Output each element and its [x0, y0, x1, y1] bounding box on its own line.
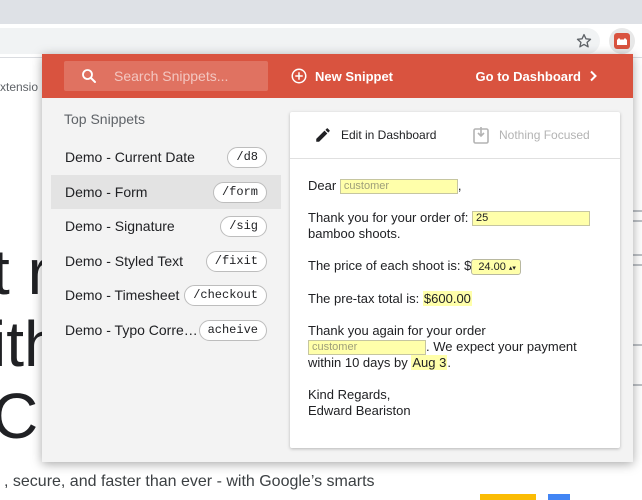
snippet-shortcut-badge: /fixit: [205, 250, 267, 272]
background-heading-line-3: C: [0, 380, 39, 452]
new-snippet-button[interactable]: New Snippet: [290, 66, 393, 86]
thank-you-text: Thank you for your order of:: [308, 210, 469, 226]
background-decoration: [632, 210, 642, 212]
snippet-item-typo-correction[interactable]: Demo - Typo Correction acheive: [51, 313, 281, 348]
new-snippet-label: New Snippet: [315, 68, 394, 84]
due-date-value: Aug 3: [411, 354, 448, 370]
edit-in-dashboard-label: Edit in Dashboard: [341, 128, 437, 142]
snippet-preview-body: Dear customer, Thank you for your order …: [308, 178, 608, 419]
greeting-line: Dear customer,: [308, 178, 608, 195]
chevron-right-icon: [590, 70, 597, 82]
total-value: $600.00: [422, 290, 472, 306]
background-decoration: [632, 384, 642, 386]
price-line: The price of each shoot is: $24.00 ▴▾: [308, 258, 608, 275]
bookmark-star-icon[interactable]: [575, 32, 593, 50]
text-blaze-extension-icon[interactable]: [609, 28, 635, 54]
signature-block: Kind Regards, Edward Beariston: [308, 387, 608, 419]
search-box[interactable]: [64, 61, 268, 91]
snippet-preview-card: Edit in Dashboard Nothing Focused Dear c…: [290, 112, 620, 448]
signer-name: Edward Beariston: [308, 402, 411, 418]
background-color-strip: [548, 494, 570, 500]
popup-header: New Snippet Go to Dashboard: [42, 54, 633, 98]
snippet-item-timesheet[interactable]: Demo - Timesheet /checkout: [51, 278, 281, 313]
extension-logo-icon: [614, 33, 630, 49]
comma-text: ,: [457, 178, 462, 193]
edit-in-dashboard-button[interactable]: Edit in Dashboard: [314, 126, 436, 144]
regards-text: Kind Regards,: [308, 386, 391, 402]
snippet-shortcut-badge: /form: [212, 181, 267, 203]
price-select[interactable]: 24.00 ▴▾: [471, 258, 521, 275]
snippet-name: Demo - Timesheet: [65, 287, 180, 304]
snippet-shortcut-badge: /d8: [227, 147, 267, 168]
snippet-name: Demo - Styled Text: [65, 252, 184, 269]
closing-paragraph: Thank you again for your order customer.…: [308, 323, 608, 371]
product-text: bamboo shoots.: [308, 226, 401, 242]
snippet-item-current-date[interactable]: Demo - Current Date /d8: [51, 140, 281, 175]
background-decoration: [632, 264, 642, 266]
snippet-popup: New Snippet Go to Dashboard Top Snippets…: [42, 54, 633, 462]
pencil-icon: [316, 128, 330, 142]
price-value: 24.00: [478, 260, 506, 273]
snippet-name: Demo - Signature: [65, 218, 175, 235]
snippet-shortcut-badge: acheive: [198, 319, 267, 341]
snippet-list: Demo - Current Date /d8 Demo - Form /for…: [51, 140, 281, 347]
customer-field[interactable]: customer: [339, 179, 458, 195]
period-text: .: [447, 354, 451, 370]
expect-text: . We expect your payment: [426, 338, 577, 354]
add-circle-icon: [291, 68, 307, 84]
snippet-name: Demo - Current Date: [65, 149, 195, 166]
address-bar[interactable]: [0, 28, 600, 54]
snippet-item-styled-text[interactable]: Demo - Styled Text /fixit: [51, 244, 281, 279]
customer-field-2[interactable]: customer: [308, 339, 426, 355]
background-extension-label: xtensio: [0, 80, 39, 94]
thanks-again-text: Thank you again for your order: [308, 322, 486, 338]
snippet-item-form[interactable]: Demo - Form /form: [51, 174, 281, 209]
snippet-shortcut-badge: /checkout: [184, 285, 267, 306]
order-line: Thank you for your order of: 25 bamboo s…: [308, 210, 608, 242]
snippet-item-signature[interactable]: Demo - Signature /sig: [51, 209, 281, 244]
nothing-focused-label: Nothing Focused: [499, 128, 590, 142]
insert-into-page-icon: [473, 127, 489, 144]
preview-toolbar: Edit in Dashboard Nothing Focused: [290, 112, 620, 159]
snippet-name: Demo - Form: [65, 183, 148, 200]
search-icon: [82, 69, 96, 83]
total-text: The pre-tax total is:: [308, 290, 420, 306]
background-decoration: [632, 220, 642, 222]
total-line: The pre-tax total is: $600.00: [308, 290, 608, 307]
order-quantity-field[interactable]: 25: [472, 211, 591, 227]
background-decoration: [632, 254, 642, 256]
nothing-focused-status: Nothing Focused: [473, 126, 590, 144]
dear-text: Dear: [308, 178, 337, 193]
browser-tabstrip: [0, 0, 642, 24]
snippet-name: Demo - Typo Correction: [65, 321, 200, 338]
background-decoration: [632, 344, 642, 346]
background-tagline: , secure, and faster than ever - with Go…: [4, 473, 375, 490]
select-arrows-icon: ▴▾: [508, 264, 516, 272]
go-to-dashboard-button[interactable]: Go to Dashboard: [476, 66, 599, 86]
snippet-shortcut-badge: /sig: [220, 216, 267, 237]
search-input[interactable]: [114, 61, 264, 91]
top-snippets-title: Top Snippets: [64, 111, 145, 127]
within-text: within 10 days by: [308, 354, 408, 370]
go-to-dashboard-label: Go to Dashboard: [475, 68, 581, 84]
price-text: The price of each shoot is: $: [308, 258, 472, 274]
browser-toolbar: [0, 24, 642, 58]
background-color-strip: [480, 494, 536, 500]
